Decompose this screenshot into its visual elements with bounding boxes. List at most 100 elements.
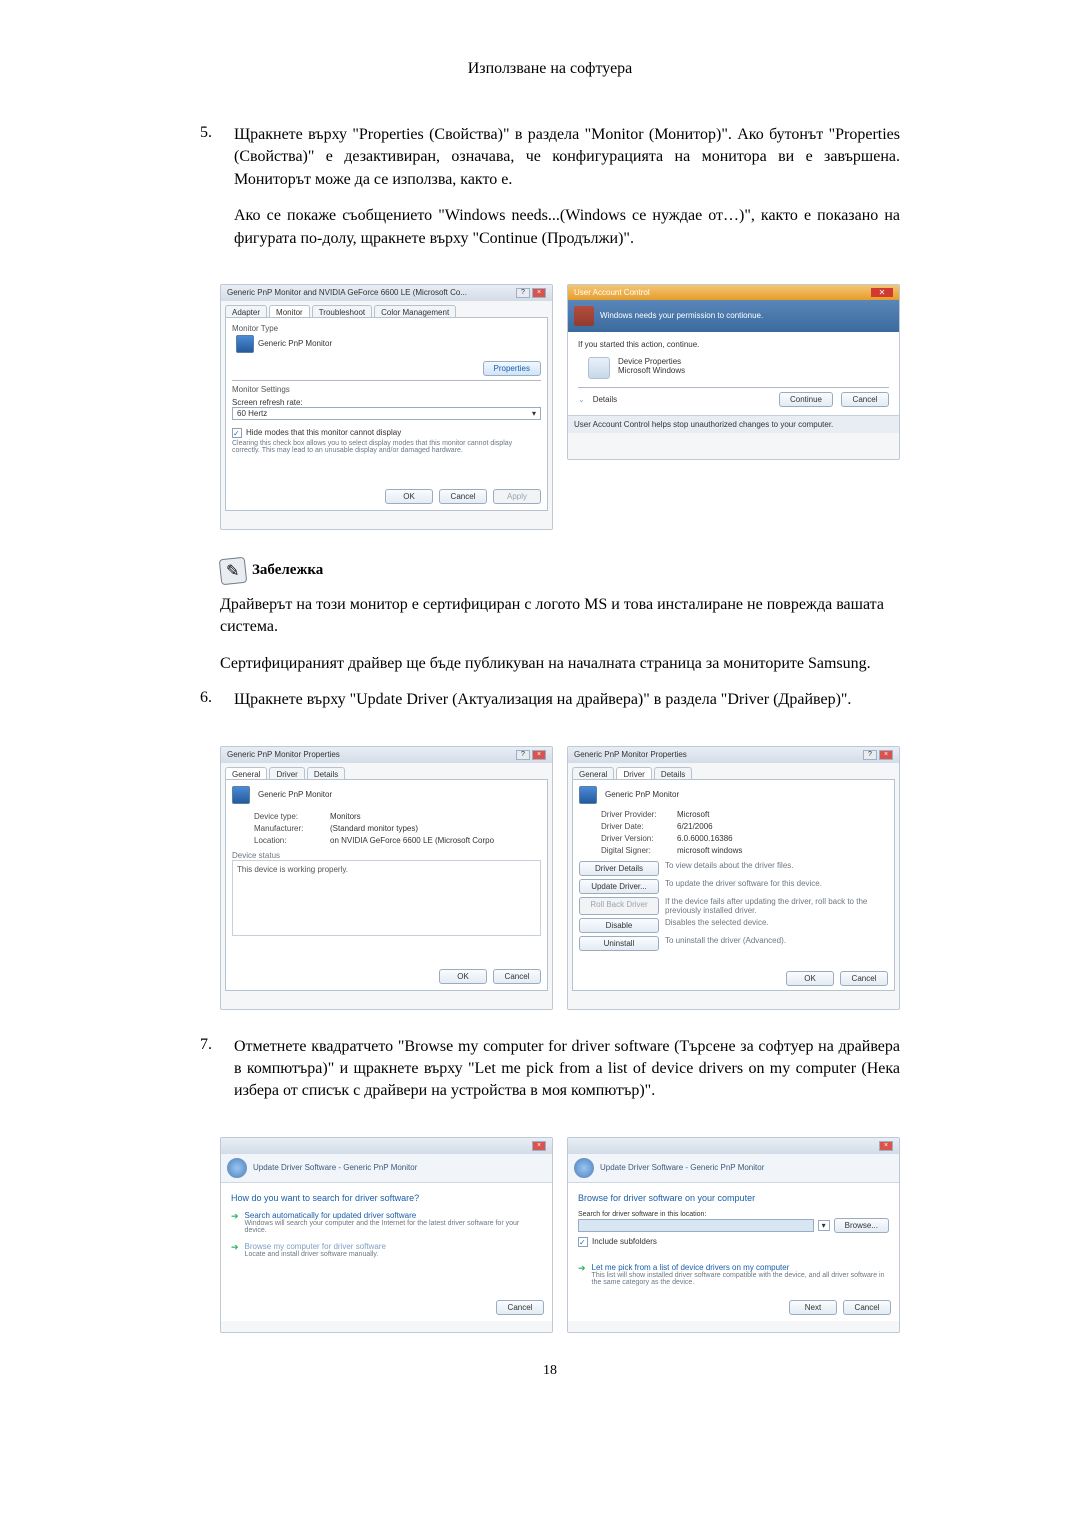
close-icon[interactable]: × [532, 750, 546, 760]
note-icon: ✎ [219, 557, 248, 586]
hide-modes-help: Clearing this check box allows you to se… [232, 440, 541, 454]
ok-button[interactable]: OK [786, 971, 834, 986]
monitor-properties-dialog: Generic PnP Monitor and NVIDIA GeForce 6… [220, 284, 553, 530]
disable-desc: Disables the selected device. [665, 918, 769, 933]
step-number: 7. [200, 1036, 234, 1117]
driver-properties-dialog: Generic PnP Monitor Properties ?× Genera… [567, 746, 900, 1010]
step-5-para-1: Щракнете върху "Properties (Свойства)" в… [234, 124, 900, 191]
back-button[interactable] [574, 1158, 594, 1178]
close-icon[interactable]: × [532, 1141, 546, 1151]
figure-row-1: Generic PnP Monitor and NVIDIA GeForce 6… [220, 284, 900, 530]
ok-button[interactable]: OK [385, 489, 433, 504]
uac-headline: Windows needs your permission to contion… [600, 311, 763, 320]
step-7-text: Отметнете квадратчето "Browse my compute… [234, 1036, 900, 1103]
device-status-label: Device status [232, 851, 541, 860]
hide-modes-checkbox[interactable] [232, 428, 242, 438]
update-driver-button[interactable]: Update Driver... [579, 879, 659, 894]
uac-footer: User Account Control helps stop unauthor… [568, 415, 899, 433]
uninstall-button[interactable]: Uninstall [579, 936, 659, 951]
driver-details-button[interactable]: Driver Details [579, 861, 659, 876]
tab-details[interactable]: Details [654, 767, 692, 779]
roll-back-desc: If the device fails after updating the d… [665, 897, 888, 915]
monitor-icon [579, 786, 597, 804]
help-icon[interactable]: ? [516, 750, 530, 760]
cancel-button[interactable]: Cancel [493, 969, 541, 984]
continue-button[interactable]: Continue [779, 392, 833, 407]
option-let-me-pick[interactable]: ➔ Let me pick from a list of device driv… [578, 1263, 889, 1286]
device-properties-label: Device Properties [618, 357, 685, 366]
monitor-type-label: Monitor Type [232, 324, 541, 333]
refresh-rate-select[interactable]: 60 Hertz▾ [232, 407, 541, 420]
cancel-button[interactable]: Cancel [841, 392, 889, 407]
help-icon[interactable]: ? [863, 750, 877, 760]
driver-version-label: Driver Version: [601, 834, 671, 843]
location-value: on NVIDIA GeForce 6600 LE (Microsoft Cor… [330, 836, 494, 845]
note-title: Забележка [252, 562, 323, 579]
publisher-label: Microsoft Windows [618, 366, 685, 375]
manufacturer-value: (Standard monitor types) [330, 824, 418, 833]
option-search-automatically[interactable]: ➔ Search automatically for updated drive… [231, 1211, 542, 1234]
device-type-label: Device type: [254, 812, 324, 821]
tab-color-management[interactable]: Color Management [374, 305, 456, 317]
step-6-text: Щракнете върху "Update Driver (Актуализа… [234, 689, 900, 711]
disable-button[interactable]: Disable [579, 918, 659, 933]
cancel-button[interactable]: Cancel [843, 1300, 891, 1315]
breadcrumb: Update Driver Software - Generic PnP Mon… [600, 1163, 764, 1172]
update-driver-wizard-2: × Update Driver Software - Generic PnP M… [567, 1137, 900, 1333]
tab-general[interactable]: General [225, 767, 267, 779]
figure-row-3: × Update Driver Software - Generic PnP M… [220, 1137, 900, 1333]
tab-general[interactable]: General [572, 767, 614, 779]
note-para-1: Драйверът на този монитор е сертифициран… [220, 594, 900, 639]
help-icon[interactable]: ? [516, 288, 530, 298]
driver-provider-value: Microsoft [677, 810, 709, 819]
monitor-icon [236, 335, 254, 353]
wizard-heading: Browse for driver software on your compu… [578, 1193, 889, 1203]
step-number: 6. [200, 689, 234, 725]
tab-details[interactable]: Details [307, 767, 345, 779]
browse-button[interactable]: Browse... [834, 1218, 889, 1233]
tab-adapter[interactable]: Adapter [225, 305, 267, 317]
tab-panel: Monitor Type Generic PnP Monitor Propert… [225, 317, 548, 511]
chevron-down-icon: ▾ [532, 409, 536, 418]
breadcrumb: Update Driver Software - Generic PnP Mon… [253, 1163, 417, 1172]
tab-driver[interactable]: Driver [616, 767, 651, 779]
page-number: 18 [200, 1363, 900, 1379]
dialog-title: Generic PnP Monitor Properties [574, 750, 687, 759]
next-button[interactable]: Next [789, 1300, 837, 1315]
driver-version-value: 6.0.6000.16386 [677, 834, 733, 843]
roll-back-button: Roll Back Driver [579, 897, 659, 915]
hide-modes-label: Hide modes that this monitor cannot disp… [246, 428, 401, 437]
close-icon[interactable]: × [879, 1141, 893, 1151]
location-label: Location: [254, 836, 324, 845]
general-properties-dialog: Generic PnP Monitor Properties ?× Genera… [220, 746, 553, 1010]
cancel-button[interactable]: Cancel [439, 489, 487, 504]
option-desc: Locate and install driver software manua… [245, 1251, 386, 1258]
tab-driver[interactable]: Driver [269, 767, 304, 779]
chevron-down-icon: ⌄ [578, 395, 585, 404]
monitor-settings-label: Monitor Settings [232, 385, 541, 394]
dialog-title: User Account Control [574, 288, 650, 297]
properties-button[interactable]: Properties [483, 361, 541, 376]
ok-button[interactable]: OK [439, 969, 487, 984]
details-button[interactable]: Details [593, 395, 771, 404]
tab-troubleshoot[interactable]: Troubleshoot [312, 305, 372, 317]
device-status-text: This device is working properly. [237, 865, 348, 874]
dialog-title: Generic PnP Monitor and NVIDIA GeForce 6… [227, 288, 467, 297]
close-icon[interactable]: × [532, 288, 546, 298]
back-button[interactable] [227, 1158, 247, 1178]
close-icon[interactable]: ✕ [871, 288, 893, 297]
option-browse-computer[interactable]: ➔ Browse my computer for driver software… [231, 1242, 542, 1258]
path-input[interactable] [578, 1219, 814, 1232]
step-6: 6. Щракнете върху "Update Driver (Актуал… [200, 689, 900, 725]
include-subfolders-checkbox[interactable] [578, 1237, 588, 1247]
close-icon[interactable]: × [879, 750, 893, 760]
cancel-button[interactable]: Cancel [840, 971, 888, 986]
tab-monitor[interactable]: Monitor [269, 305, 310, 317]
chevron-down-icon[interactable]: ▾ [818, 1220, 830, 1231]
shield-icon [574, 306, 594, 326]
step-5: 5. Щракнете върху "Properties (Свойства)… [200, 124, 900, 264]
update-driver-wizard-1: × Update Driver Software - Generic PnP M… [220, 1137, 553, 1333]
cancel-button[interactable]: Cancel [496, 1300, 544, 1315]
option-desc: This list will show installed driver sof… [592, 1272, 889, 1286]
wizard-heading: How do you want to search for driver sof… [231, 1193, 542, 1203]
